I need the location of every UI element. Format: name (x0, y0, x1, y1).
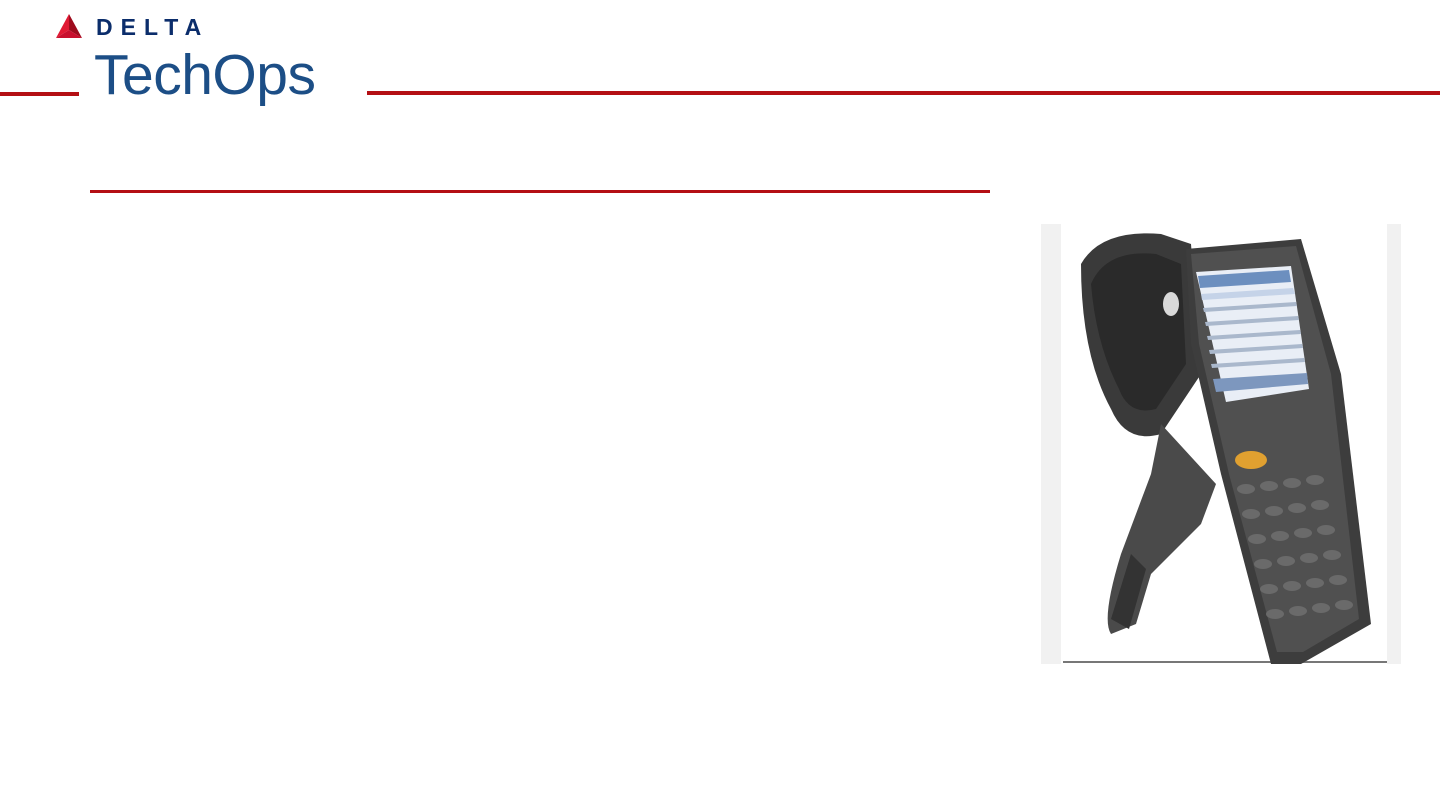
logo-brand-text: DELTA (96, 14, 210, 40)
header-rule-right (367, 91, 1440, 95)
handheld-rfid-scanner-image (1041, 224, 1401, 664)
delta-techops-logo: DELTA TechOps (56, 10, 356, 110)
title-underline (90, 190, 990, 193)
header-rule-left (0, 92, 79, 96)
delta-widget-icon (56, 14, 82, 38)
logo-sub-text: TechOps (94, 43, 316, 107)
